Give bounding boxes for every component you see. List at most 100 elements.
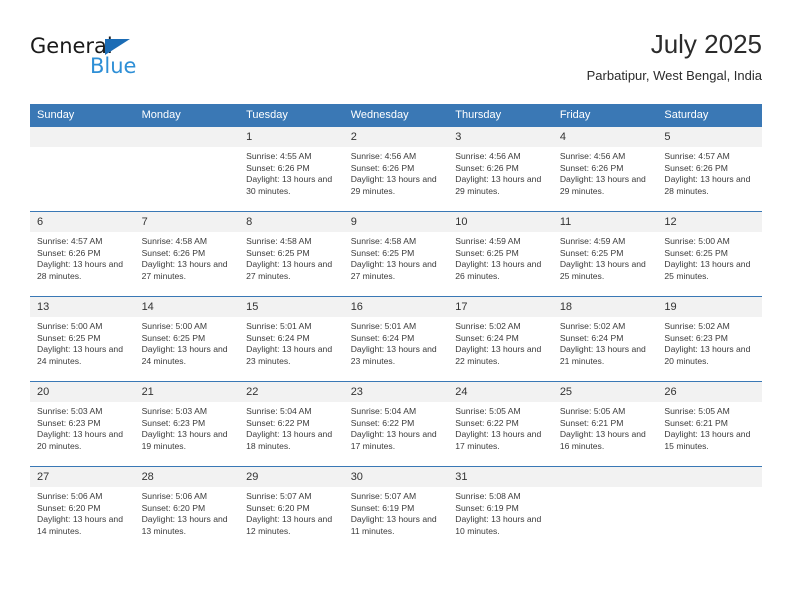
day-details: Sunrise: 5:07 AM Sunset: 6:19 PM Daylight:… <box>344 487 449 537</box>
day-details: Sunrise: 4:58 AM Sunset: 6:25 PM Daylight:… <box>239 232 344 282</box>
calendar-day-cell[interactable]: 28 Sunrise: 5:06 AM Sunset: 6:20 PM Dayligh… <box>134 466 240 551</box>
calendar-day-cell[interactable]: 31 Sunrise: 5:08 AM Sunset: 6:19 PM Dayligh… <box>448 466 553 551</box>
weekday-header-thursday: Thursday <box>448 104 553 127</box>
sunset-text: Sunset: 6:26 PM <box>350 162 415 173</box>
calendar-day-cell[interactable]: 26 Sunrise: 5:05 AM Sunset: 6:21 PM Dayligh… <box>657 381 762 467</box>
day-number: 7 <box>134 212 240 232</box>
sunset-text: Sunset: 6:24 PM <box>350 332 415 343</box>
day-number: 19 <box>657 297 762 317</box>
calendar-day-cell-empty <box>657 466 762 551</box>
calendar-day-cell[interactable]: 3 Sunrise: 4:56 AM Sunset: 6:26 PM Daylight… <box>448 127 553 212</box>
calendar-day-cell[interactable]: 4 Sunrise: 4:56 AM Sunset: 6:26 PM Daylight… <box>552 127 658 212</box>
day-number: 5 <box>657 127 762 147</box>
sunset-text: Sunset: 6:22 PM <box>246 417 310 428</box>
calendar-week-row: 1 Sunrise: 4:55 AM Sunset: 6:26 PM Daylight… <box>30 127 762 212</box>
day-details: Sunrise: 5:01 AM Sunset: 6:24 PM Daylight:… <box>239 317 344 367</box>
day-number: 24 <box>448 382 553 402</box>
daylight-text: Daylight: 13 hours and 15 minutes. <box>664 429 751 451</box>
daylight-text: Daylight: 13 hours and 28 minutes. <box>37 259 123 281</box>
day-number: 18 <box>552 297 658 317</box>
sunset-text: Sunset: 6:19 PM <box>350 502 415 513</box>
calendar-day-cell[interactable]: 5 Sunrise: 4:57 AM Sunset: 6:26 PM Daylight… <box>657 127 762 212</box>
calendar-day-cell[interactable]: 17 Sunrise: 5:02 AM Sunset: 6:24 PM Dayligh… <box>448 296 553 382</box>
day-details: Sunrise: 5:01 AM Sunset: 6:24 PM Daylight:… <box>344 317 449 367</box>
calendar-day-cell[interactable]: 16 Sunrise: 5:01 AM Sunset: 6:24 PM Dayligh… <box>343 296 449 382</box>
day-details <box>553 487 658 491</box>
sunset-text: Sunset: 6:25 PM <box>37 332 101 343</box>
sunset-text: Sunset: 6:25 PM <box>559 247 624 258</box>
day-number: 14 <box>134 297 240 317</box>
weekday-header-wednesday: Wednesday <box>343 104 449 127</box>
day-details: Sunrise: 5:02 AM Sunset: 6:23 PM Daylight:… <box>657 317 762 367</box>
day-details: Sunrise: 5:02 AM Sunset: 6:24 PM Daylight:… <box>448 317 553 367</box>
day-number <box>657 467 762 487</box>
logo-triangle-icon <box>105 39 130 55</box>
daylight-text: Daylight: 13 hours and 29 minutes. <box>559 174 646 196</box>
sunrise-text: Sunrise: 5:07 AM <box>350 491 417 501</box>
calendar-day-cell[interactable]: 15 Sunrise: 5:01 AM Sunset: 6:24 PM Dayligh… <box>239 296 344 382</box>
calendar-day-cell-empty <box>134 127 240 212</box>
daylight-text: Daylight: 13 hours and 24 minutes. <box>141 344 228 366</box>
calendar-day-cell[interactable]: 21 Sunrise: 5:03 AM Sunset: 6:23 PM Dayligh… <box>134 381 240 467</box>
daylight-text: Daylight: 13 hours and 10 minutes. <box>455 514 542 536</box>
daylight-text: Daylight: 13 hours and 28 minutes. <box>664 174 751 196</box>
day-number: 16 <box>343 297 449 317</box>
calendar-day-cell[interactable]: 25 Sunrise: 5:05 AM Sunset: 6:21 PM Dayligh… <box>552 381 658 467</box>
sunrise-text: Sunrise: 5:07 AM <box>246 491 312 501</box>
calendar-week-row: 20 Sunrise: 5:03 AM Sunset: 6:23 PM Dayligh… <box>30 381 762 467</box>
day-details <box>30 147 135 151</box>
sunrise-text: Sunrise: 5:01 AM <box>246 321 312 331</box>
day-details: Sunrise: 5:03 AM Sunset: 6:23 PM Daylight:… <box>30 402 135 452</box>
calendar-day-cell[interactable]: 2 Sunrise: 4:56 AM Sunset: 6:26 PM Daylight… <box>343 127 449 212</box>
sunset-text: Sunset: 6:25 PM <box>141 332 206 343</box>
sunrise-text: Sunrise: 5:04 AM <box>246 406 312 416</box>
sunrise-text: Sunrise: 5:08 AM <box>455 491 521 501</box>
calendar-day-cell[interactable]: 14 Sunrise: 5:00 AM Sunset: 6:25 PM Dayligh… <box>134 296 240 382</box>
calendar-day-cell[interactable]: 6 Sunrise: 4:57 AM Sunset: 6:26 PM Daylight… <box>30 211 135 297</box>
calendar-day-cell[interactable]: 7 Sunrise: 4:58 AM Sunset: 6:26 PM Daylight… <box>134 211 240 297</box>
logo-text-blue: Blue <box>90 54 137 78</box>
day-number <box>552 467 658 487</box>
day-number: 12 <box>657 212 762 232</box>
sunrise-text: Sunrise: 4:56 AM <box>455 151 521 161</box>
calendar-day-cell[interactable]: 1 Sunrise: 4:55 AM Sunset: 6:26 PM Daylight… <box>239 127 344 212</box>
calendar-day-cell[interactable]: 23 Sunrise: 5:04 AM Sunset: 6:22 PM Dayligh… <box>343 381 449 467</box>
day-details: Sunrise: 4:58 AM Sunset: 6:25 PM Daylight:… <box>344 232 449 282</box>
day-details <box>135 147 240 151</box>
calendar-day-cell[interactable]: 8 Sunrise: 4:58 AM Sunset: 6:25 PM Daylight… <box>239 211 344 297</box>
sunset-text: Sunset: 6:24 PM <box>559 332 624 343</box>
day-details: Sunrise: 5:00 AM Sunset: 6:25 PM Daylight:… <box>135 317 240 367</box>
calendar-day-cell[interactable]: 11 Sunrise: 4:59 AM Sunset: 6:25 PM Dayligh… <box>552 211 658 297</box>
day-number: 20 <box>30 382 135 402</box>
calendar-day-cell[interactable]: 20 Sunrise: 5:03 AM Sunset: 6:23 PM Dayligh… <box>30 381 135 467</box>
sunset-text: Sunset: 6:24 PM <box>246 332 310 343</box>
day-number: 13 <box>30 297 135 317</box>
calendar-day-cell[interactable]: 29 Sunrise: 5:07 AM Sunset: 6:20 PM Dayligh… <box>239 466 344 551</box>
calendar-day-cell[interactable]: 9 Sunrise: 4:58 AM Sunset: 6:25 PM Daylight… <box>343 211 449 297</box>
day-details: Sunrise: 5:05 AM Sunset: 6:21 PM Daylight:… <box>553 402 658 452</box>
calendar-day-cell[interactable]: 13 Sunrise: 5:00 AM Sunset: 6:25 PM Dayligh… <box>30 296 135 382</box>
day-details: Sunrise: 5:05 AM Sunset: 6:22 PM Daylight:… <box>448 402 553 452</box>
calendar-day-cell[interactable]: 27 Sunrise: 5:06 AM Sunset: 6:20 PM Dayligh… <box>30 466 135 551</box>
page-header: General Blue July 2025 Parbatipur, West … <box>30 28 762 92</box>
calendar-day-cell[interactable]: 30 Sunrise: 5:07 AM Sunset: 6:19 PM Dayligh… <box>343 466 449 551</box>
day-details: Sunrise: 5:06 AM Sunset: 6:20 PM Daylight:… <box>135 487 240 537</box>
daylight-text: Daylight: 13 hours and 17 minutes. <box>455 429 542 451</box>
weekday-header-tuesday: Tuesday <box>239 104 344 127</box>
calendar-week-row: 13 Sunrise: 5:00 AM Sunset: 6:25 PM Dayligh… <box>30 296 762 382</box>
daylight-text: Daylight: 13 hours and 18 minutes. <box>246 429 333 451</box>
day-number: 21 <box>134 382 240 402</box>
calendar-day-cell[interactable]: 18 Sunrise: 5:02 AM Sunset: 6:24 PM Dayligh… <box>552 296 658 382</box>
calendar-day-cell[interactable]: 24 Sunrise: 5:05 AM Sunset: 6:22 PM Dayligh… <box>448 381 553 467</box>
day-details: Sunrise: 5:03 AM Sunset: 6:23 PM Daylight:… <box>135 402 240 452</box>
day-details: Sunrise: 4:56 AM Sunset: 6:26 PM Daylight:… <box>344 147 449 197</box>
calendar-day-cell[interactable]: 19 Sunrise: 5:02 AM Sunset: 6:23 PM Dayligh… <box>657 296 762 382</box>
sunset-text: Sunset: 6:22 PM <box>455 417 519 428</box>
calendar-day-cell[interactable]: 22 Sunrise: 5:04 AM Sunset: 6:22 PM Dayligh… <box>239 381 344 467</box>
calendar-day-cell[interactable]: 10 Sunrise: 4:59 AM Sunset: 6:25 PM Dayligh… <box>448 211 553 297</box>
sunset-text: Sunset: 6:26 PM <box>455 162 519 173</box>
calendar-day-cell[interactable]: 12 Sunrise: 5:00 AM Sunset: 6:25 PM Dayligh… <box>657 211 762 297</box>
day-details: Sunrise: 5:00 AM Sunset: 6:25 PM Daylight:… <box>30 317 135 367</box>
calendar-day-cell-empty <box>552 466 658 551</box>
weekday-header-saturday: Saturday <box>657 104 762 127</box>
